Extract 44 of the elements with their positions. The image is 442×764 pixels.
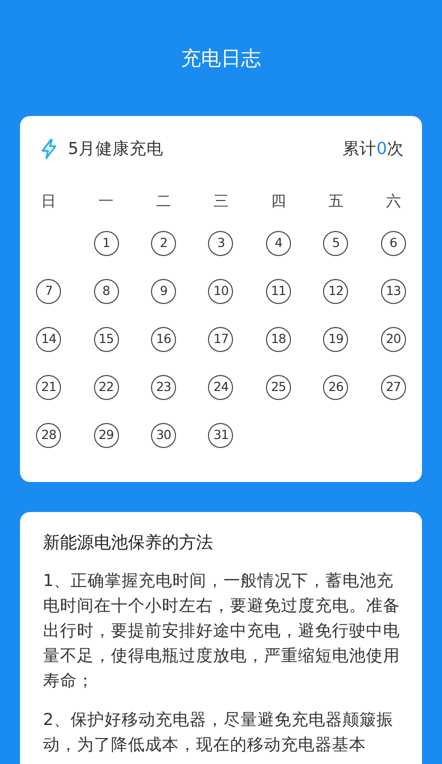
article-title: 新能源电池保养的方法 <box>43 532 214 555</box>
calendar-day: 27 <box>380 374 406 400</box>
weekday-label: 五 <box>328 190 344 212</box>
calendar-day: 10 <box>208 278 234 304</box>
calendar-day: 24 <box>208 374 234 400</box>
calendar-day: 12 <box>323 278 348 304</box>
calendar-day: 25 <box>266 374 291 400</box>
calendar-day: 11 <box>266 278 291 304</box>
calendar-day: 4 <box>266 230 291 256</box>
weekday-label: 一 <box>98 190 114 212</box>
weekday-label: 四 <box>270 190 286 212</box>
calendar-day: 18 <box>266 326 291 352</box>
calendar-day: 9 <box>151 278 176 304</box>
calendar-day: 7 <box>36 278 62 304</box>
calendar-day: 1 <box>94 230 119 256</box>
charge-count: 累计0次 <box>342 138 404 160</box>
calendar-day: 30 <box>151 422 176 448</box>
calendar-day: 23 <box>151 374 176 400</box>
calendar-day: 29 <box>94 422 119 448</box>
calendar-day: 3 <box>208 230 234 256</box>
calendar-day: 6 <box>380 230 406 256</box>
calendar-title: 5月健康充电 <box>68 138 164 160</box>
calendar-day: 8 <box>94 278 119 304</box>
calendar-day: 14 <box>36 326 62 352</box>
weekday-label: 六 <box>386 190 401 212</box>
calendar-day: 19 <box>323 326 348 352</box>
weekday-label: 三 <box>213 190 228 212</box>
calendar-day: 20 <box>380 326 406 352</box>
calendar-day: 26 <box>323 374 348 400</box>
calendar-day: 13 <box>380 278 406 304</box>
calendar-day: 16 <box>151 326 176 352</box>
article-paragraph: 1、正确掌握充电时间，一般情况下，蓄电池充电时间在十个小时左右，要避免过度充电。准备出行时，要提前安排好途中充电，避免行驶中电量不足，使得电瓶过度放电，严重缩短电池使用寿命； <box>43 570 401 692</box>
calendar-day: 22 <box>94 374 119 400</box>
weekday-label: 二 <box>156 190 172 212</box>
calendar-day: 28 <box>36 422 62 448</box>
calendar-day: 5 <box>323 230 348 256</box>
weekday-label: 日 <box>41 190 56 212</box>
calendar-day: 21 <box>36 374 62 400</box>
calendar-day: 15 <box>94 326 119 352</box>
calendar-day: 31 <box>208 422 234 448</box>
page-title: 充电日志 <box>181 45 261 72</box>
article-paragraph: 2、保护好移动充电器，尽量避免充电器颠簸振动，为了降低成本，现在的移动充电器基本 <box>43 709 394 756</box>
calendar-day: 17 <box>208 326 234 352</box>
calendar-day: 2 <box>151 230 176 256</box>
